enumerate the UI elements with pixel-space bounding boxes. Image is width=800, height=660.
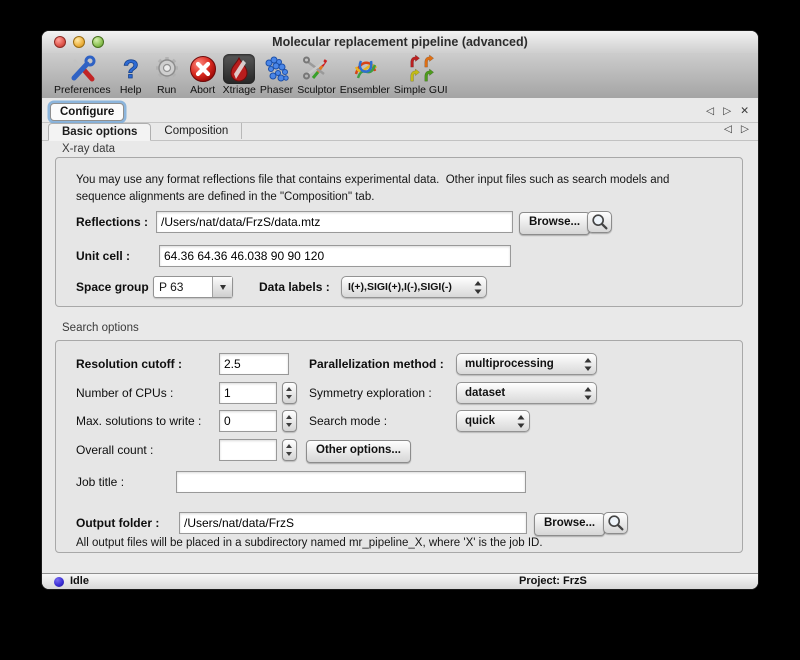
- tab-scroll-left-icon[interactable]: ◁: [706, 103, 714, 119]
- space-group-combobox[interactable]: P 63: [153, 276, 233, 298]
- popup-arrows-icon: [579, 358, 596, 371]
- magnifier-icon: [606, 513, 626, 533]
- search-groupbox: Resolution cutoff : Parallelization meth…: [55, 340, 743, 553]
- tab-composition[interactable]: Composition: [151, 123, 242, 139]
- output-folder-input[interactable]: [179, 512, 527, 534]
- svg-text:?: ?: [123, 54, 139, 84]
- num-cpus-input[interactable]: [219, 382, 277, 404]
- output-folder-label: Output folder :: [76, 512, 159, 534]
- window-title: Molecular replacement pipeline (advanced…: [42, 31, 758, 53]
- popup-arrows-icon: [512, 415, 529, 428]
- toolbar-button-abort[interactable]: Abort: [187, 54, 219, 96]
- toolbar-button-preferences[interactable]: Preferences: [54, 54, 111, 96]
- search-mode-popup[interactable]: quick: [456, 410, 530, 432]
- abort-icon: [187, 54, 219, 84]
- zoom-window-button[interactable]: [92, 36, 104, 48]
- unit-cell-label: Unit cell :: [76, 245, 130, 267]
- tab-basic-options[interactable]: Basic options: [48, 123, 151, 141]
- popup-arrows-icon: [469, 281, 486, 294]
- reflections-input[interactable]: [156, 211, 513, 233]
- output-folder-browse-button[interactable]: Browse...: [534, 513, 605, 536]
- reflections-inspect-button[interactable]: [587, 211, 612, 233]
- output-note: All output files will be placed in a sub…: [76, 537, 543, 549]
- output-folder-inspect-button[interactable]: [603, 512, 628, 534]
- run-icon: [151, 54, 183, 84]
- overall-count-label: Overall count :: [76, 439, 153, 461]
- max-solutions-label: Max. solutions to write :: [76, 410, 201, 432]
- window-controls: [54, 36, 104, 48]
- toolbar-button-phaser[interactable]: Phaser: [260, 54, 293, 96]
- sculptor-icon: [300, 54, 332, 84]
- toolbar-button-xtriage[interactable]: Xtriage: [223, 54, 256, 96]
- unit-cell-input[interactable]: [159, 245, 511, 267]
- desktop-background: Molecular replacement pipeline (advanced…: [0, 0, 800, 660]
- status-indicator-icon: [54, 577, 64, 587]
- minimize-window-button[interactable]: [73, 36, 85, 48]
- preferences-icon: [66, 54, 98, 84]
- toolbar-button-sculptor[interactable]: Sculptor: [297, 54, 336, 96]
- xtriage-icon: [223, 54, 255, 84]
- page-scroll-right-icon[interactable]: ▷: [741, 123, 749, 135]
- reflections-label: Reflections :: [76, 211, 148, 233]
- max-solutions-input[interactable]: [219, 410, 277, 432]
- page-tab-bar: Basic options Composition ◁ ▷: [42, 122, 758, 141]
- overall-count-stepper[interactable]: [282, 439, 297, 461]
- num-cpus-stepper[interactable]: [282, 382, 297, 404]
- symmetry-label: Symmetry exploration :: [309, 382, 432, 404]
- toolbar-button-simple-gui[interactable]: Simple GUI: [394, 54, 448, 96]
- status-bar: Idle Project: FrzS: [42, 573, 758, 589]
- other-options-button[interactable]: Other options...: [306, 440, 411, 463]
- phaser-icon: [261, 54, 293, 84]
- search-mode-label: Search mode :: [309, 410, 387, 432]
- data-labels-popup[interactable]: I(+),SIGI(+),I(-),SIGI(-): [341, 276, 487, 298]
- parallelization-label: Parallelization method :: [309, 353, 444, 375]
- app-window: Molecular replacement pipeline (advanced…: [42, 31, 758, 589]
- magnifier-icon: [590, 212, 610, 232]
- resolution-cutoff-input[interactable]: [219, 353, 289, 375]
- tab-close-icon[interactable]: ✕: [740, 103, 749, 119]
- main-content: Configure ◁ ▷ ✕ Basic options Compositio…: [42, 98, 758, 573]
- num-cpus-label: Number of CPUs :: [76, 382, 173, 404]
- xray-description: You may use any format reflections file …: [76, 172, 669, 206]
- configure-tab[interactable]: Configure: [50, 103, 124, 121]
- space-group-label: Space group :: [76, 276, 156, 298]
- simple-gui-icon: [405, 54, 437, 84]
- resolution-cutoff-label: Resolution cutoff :: [76, 353, 182, 375]
- tab-scroll-right-icon[interactable]: ▷: [723, 103, 731, 119]
- close-window-button[interactable]: [54, 36, 66, 48]
- status-text: Idle: [70, 574, 89, 589]
- toolbar: Preferences ? Help: [42, 53, 758, 99]
- parallelization-popup[interactable]: multiprocessing: [456, 353, 597, 375]
- search-section-title: Search options: [62, 322, 139, 334]
- job-title-label: Job title :: [76, 471, 124, 493]
- ensembler-icon: [349, 54, 381, 84]
- max-solutions-stepper[interactable]: [282, 410, 297, 432]
- popup-arrows-icon: [579, 387, 596, 400]
- project-label: Project: FrzS: [519, 574, 587, 589]
- job-title-input[interactable]: [176, 471, 526, 493]
- symmetry-popup[interactable]: dataset: [456, 382, 597, 404]
- xray-section-title: X-ray data: [62, 143, 115, 155]
- overall-count-input[interactable]: [219, 439, 277, 461]
- page-scroll-left-icon[interactable]: ◁: [724, 123, 732, 135]
- toolbar-button-help[interactable]: ? Help: [115, 54, 147, 96]
- reflections-browse-button[interactable]: Browse...: [519, 212, 590, 235]
- xray-groupbox: You may use any format reflections file …: [55, 157, 743, 307]
- combo-dropdown-icon[interactable]: [212, 277, 232, 297]
- data-labels-label: Data labels :: [259, 276, 330, 298]
- document-tab-bar: Configure ◁ ▷ ✕: [42, 101, 758, 123]
- titlebar[interactable]: Molecular replacement pipeline (advanced…: [42, 31, 758, 53]
- toolbar-button-ensembler[interactable]: Ensembler: [340, 54, 390, 96]
- help-icon: ?: [115, 54, 147, 84]
- toolbar-button-run[interactable]: Run: [151, 54, 183, 96]
